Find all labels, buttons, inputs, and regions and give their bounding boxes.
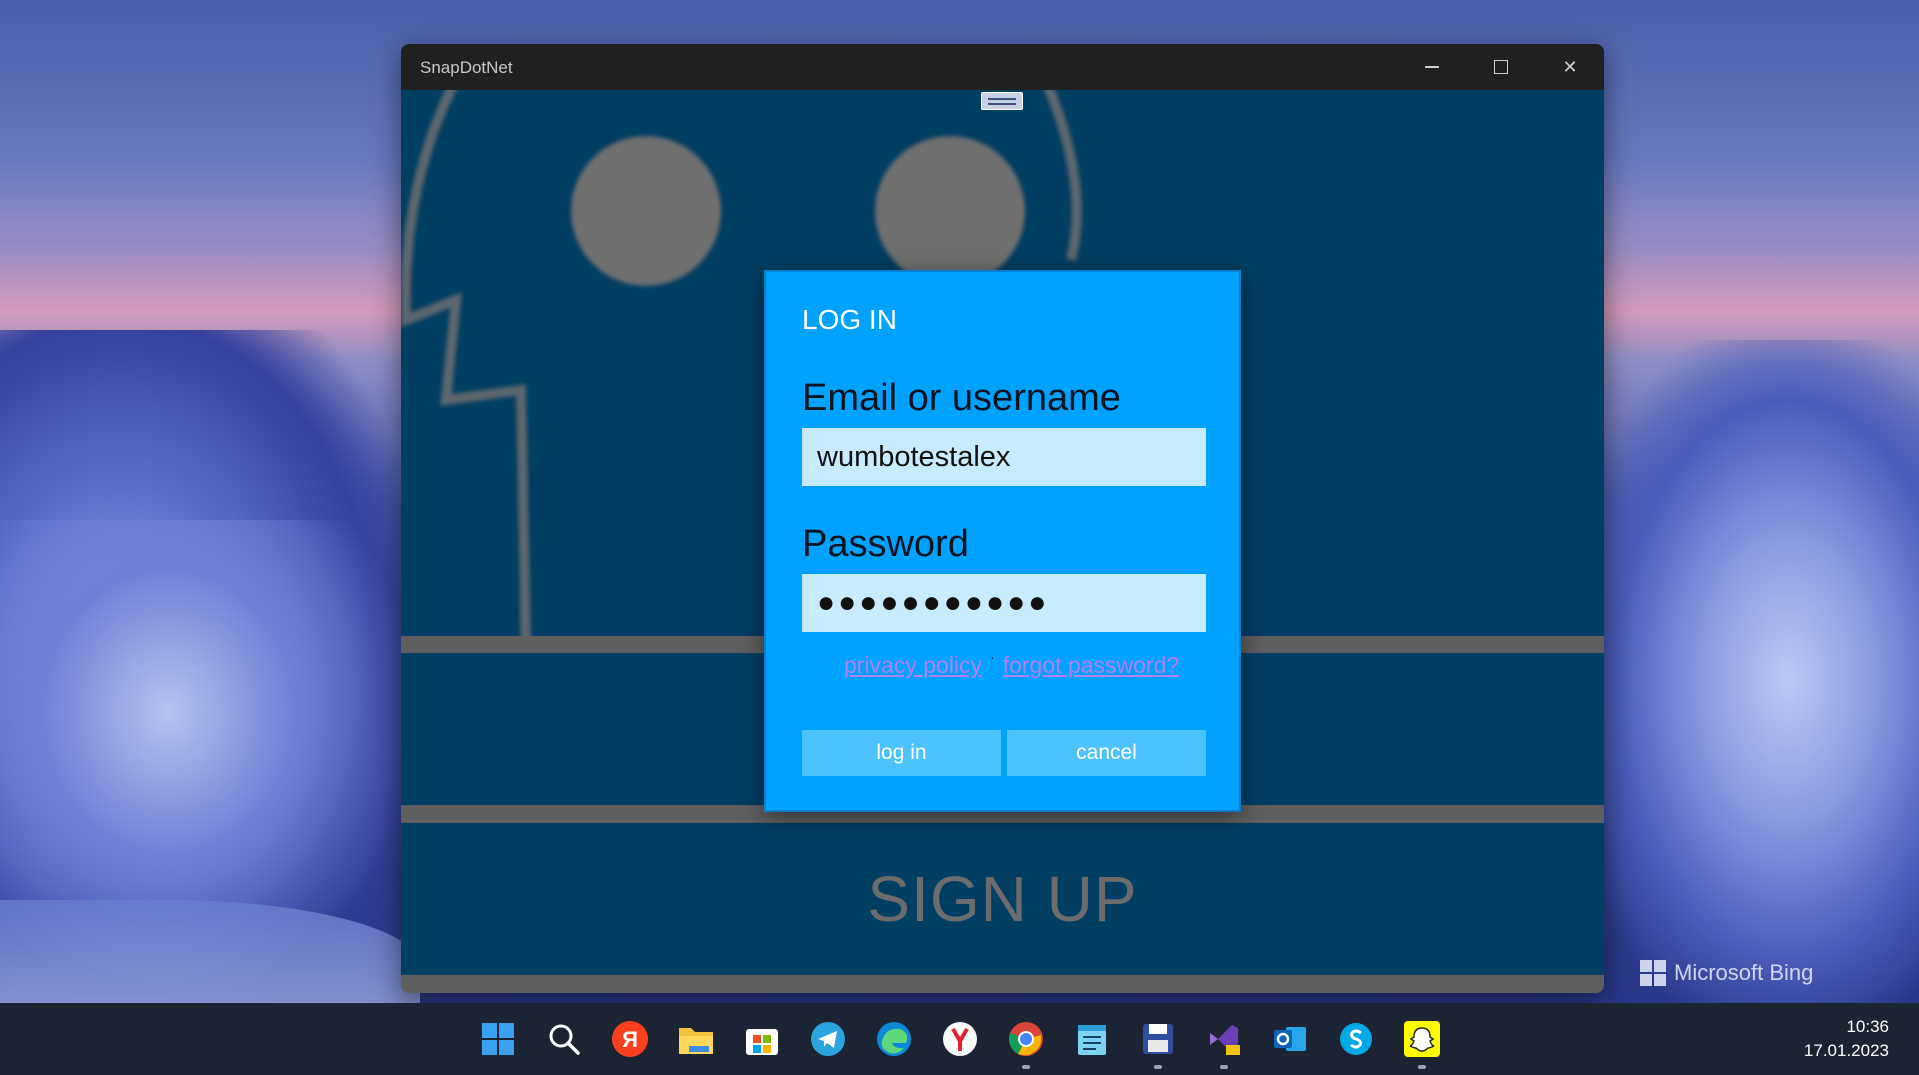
dialog-links: privacy policy · forgot password?: [844, 649, 1179, 679]
login-dialog: LOG IN Email or username wumbotestalex P…: [764, 270, 1241, 812]
floppy-save-icon[interactable]: [1138, 1019, 1178, 1059]
visual-studio-preview-icon[interactable]: [1204, 1019, 1244, 1059]
drag-handle[interactable]: [981, 92, 1023, 110]
bing-watermark: Microsoft Bing: [1640, 960, 1813, 986]
microsoft-store-icon[interactable]: [742, 1019, 782, 1059]
link-separator: ·: [990, 649, 995, 665]
chrome-icon[interactable]: [1006, 1019, 1046, 1059]
password-label: Password: [802, 523, 969, 565]
close-icon: ✕: [1562, 56, 1578, 77]
signup-button[interactable]: SIGN UP: [401, 823, 1604, 975]
telegram-icon[interactable]: [808, 1019, 848, 1059]
clock-date: 17.01.2023: [1803, 1041, 1889, 1060]
signup-label: SIGN UP: [867, 863, 1138, 935]
window-title: SnapDotNet: [420, 58, 513, 77]
title-bar[interactable]: SnapDotNet ✕: [401, 44, 1604, 90]
edge-icon[interactable]: [874, 1019, 914, 1059]
close-button[interactable]: ✕: [1536, 44, 1604, 90]
ghost-left-eye: [571, 136, 721, 286]
privacy-policy-link[interactable]: privacy policy: [844, 652, 982, 679]
notepad-icon[interactable]: [1072, 1019, 1112, 1059]
skype-icon[interactable]: [1336, 1019, 1376, 1059]
wallpaper-trees-right: [1579, 340, 1919, 1003]
minimize-icon: [1425, 66, 1439, 68]
yandex-browser-icon[interactable]: [940, 1019, 980, 1059]
outlook-icon[interactable]: [1270, 1019, 1310, 1059]
maximize-icon: [1494, 60, 1508, 74]
password-field[interactable]: ●●●●●●●●●●●: [802, 574, 1206, 632]
forgot-password-link[interactable]: forgot password?: [1003, 652, 1179, 679]
search-icon[interactable]: [544, 1019, 584, 1059]
bing-watermark-label: Microsoft Bing: [1674, 960, 1814, 985]
clock-time: 10:36: [1846, 1017, 1889, 1036]
maximize-button[interactable]: [1467, 44, 1535, 90]
snapchat-icon[interactable]: [1402, 1019, 1442, 1059]
dialog-title: LOG IN: [802, 304, 897, 335]
login-button[interactable]: log in: [802, 730, 1001, 776]
cancel-button[interactable]: cancel: [1007, 730, 1206, 776]
file-explorer-icon[interactable]: [676, 1019, 716, 1059]
windows-logo-icon: [1640, 960, 1666, 986]
chrome-running-indicator: [1022, 1065, 1030, 1069]
visual-studio-running-indicator: [1220, 1065, 1228, 1069]
password-value: ●●●●●●●●●●●: [817, 586, 1050, 619]
email-value: wumbotestalex: [817, 440, 1011, 473]
yandex-letter: Я: [622, 1027, 638, 1052]
snapchat-running-indicator: [1418, 1065, 1426, 1069]
yandex-icon[interactable]: Я: [610, 1019, 650, 1059]
windows-start-icon[interactable]: [478, 1019, 518, 1059]
taskbar: Я 10:36 17.01.2023: [0, 1003, 1919, 1075]
email-field[interactable]: wumbotestalex: [802, 428, 1206, 486]
email-label: Email or username: [802, 377, 1121, 419]
floppy-running-indicator: [1154, 1065, 1162, 1069]
ghost-right-eye: [875, 136, 1025, 286]
system-clock[interactable]: 10:36 17.01.2023: [1804, 1015, 1889, 1063]
minimize-button[interactable]: [1398, 44, 1466, 90]
